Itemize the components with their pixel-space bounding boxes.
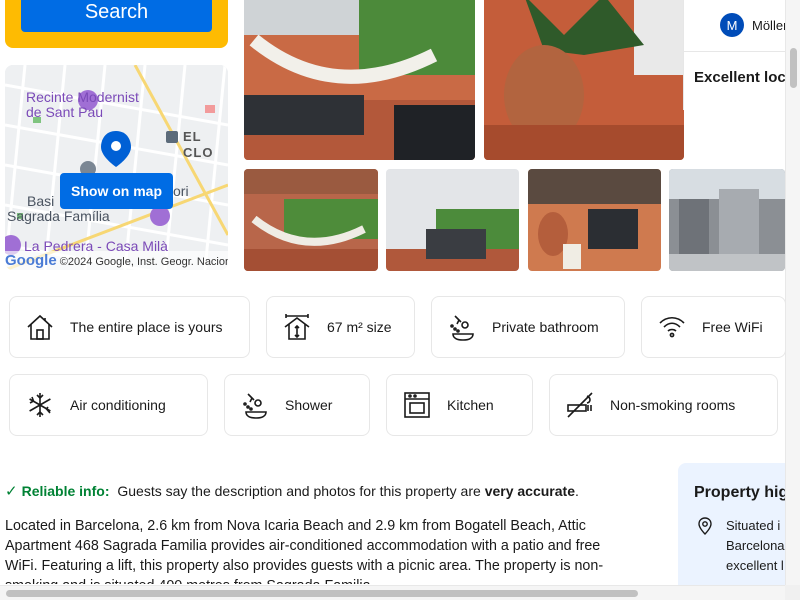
reliable-period: . [574,483,579,499]
map-label-sagrada: Sagrada Família [7,208,110,224]
facility-shower: Shower [224,374,370,436]
review-card[interactable]: M Möller Excellent loca [683,0,795,110]
photo-plant-pot[interactable] [484,0,684,160]
scrollbar-corner [785,585,800,600]
facility-label: Shower [285,397,333,413]
search-panel: Search [5,0,228,48]
facility-size: 67 m² size [266,296,415,358]
photo-hammock-terrace[interactable] [244,0,475,160]
facility-air-conditioning: Air conditioning [9,374,208,436]
map-copyright: Google ©2024 Google, Inst. Geogr. Nacion [5,251,228,270]
no-smoking-icon [564,389,596,421]
map-copyright-text: ©2024 Google, Inst. Geogr. Nacion [59,256,228,268]
map-label-el-clot: EL CLO [183,129,214,160]
location-pin-icon [698,517,712,540]
wifi-icon [656,311,688,343]
review-quote: Excellent loca [694,69,795,86]
reliable-text: Guests say the description and photos fo… [117,483,485,499]
reviewer-name: Möller [752,17,788,33]
facility-entire-place: The entire place is yours [9,296,250,358]
facility-label: Kitchen [447,397,494,413]
vertical-scrollbar[interactable] [785,0,800,585]
shower-icon [239,389,271,421]
facility-label: Free WiFi [702,319,763,335]
facility-label: The entire place is yours [70,319,223,335]
photo-thumb-3[interactable] [528,169,661,271]
facility-label: Non-smoking rooms [610,397,736,413]
reliable-label: Reliable info: [21,483,110,499]
facility-kitchen: Kitchen [386,374,533,436]
facility-free-wifi: Free WiFi [641,296,786,358]
map-preview[interactable]: Recinte Modernist de Sant Pau EL CLO Bas… [5,65,228,270]
vertical-scroll-thumb[interactable] [790,48,797,88]
property-description: Located in Barcelona, 2.6 km from Nova I… [5,518,604,584]
bathroom-icon [446,311,478,343]
kitchen-icon [401,389,433,421]
checkmark-icon: ✓ [5,483,18,500]
photo-thumb-1[interactable] [244,169,378,271]
facility-label: Private bathroom [492,319,599,335]
size-icon [281,311,313,343]
photo-thumb-4[interactable] [669,169,785,271]
facility-non-smoking: Non-smoking rooms [549,374,778,436]
avatar: M [720,13,744,37]
search-button[interactable]: Search [21,0,212,32]
map-label-sant-pau: de Sant Pau [26,104,104,120]
horizontal-scrollbar[interactable] [0,585,800,600]
google-logo: Google [5,252,57,269]
photo-thumb-2[interactable] [386,169,519,271]
show-on-map-button[interactable]: Show on map [60,173,173,209]
map-label-ori: ori [173,183,189,199]
facility-private-bathroom: Private bathroom [431,296,625,358]
reliable-emphasis: very accurate [484,483,575,499]
horizontal-scroll-thumb[interactable] [6,590,638,597]
divider [684,51,794,52]
highlights-title: Property hig [694,484,789,501]
facility-label: 67 m² size [327,319,392,335]
facility-label: Air conditioning [70,397,166,413]
property-highlights-panel: Property hig Situated i Barcelona excell… [678,463,800,593]
reliable-info: ✓ Reliable info: Guests say the descripti… [5,482,579,500]
map-label-basi: Basi [27,193,55,209]
map-label-recinte: Recinte Modernist [26,89,139,105]
house-icon [24,311,56,343]
snowflake-icon [24,389,56,421]
